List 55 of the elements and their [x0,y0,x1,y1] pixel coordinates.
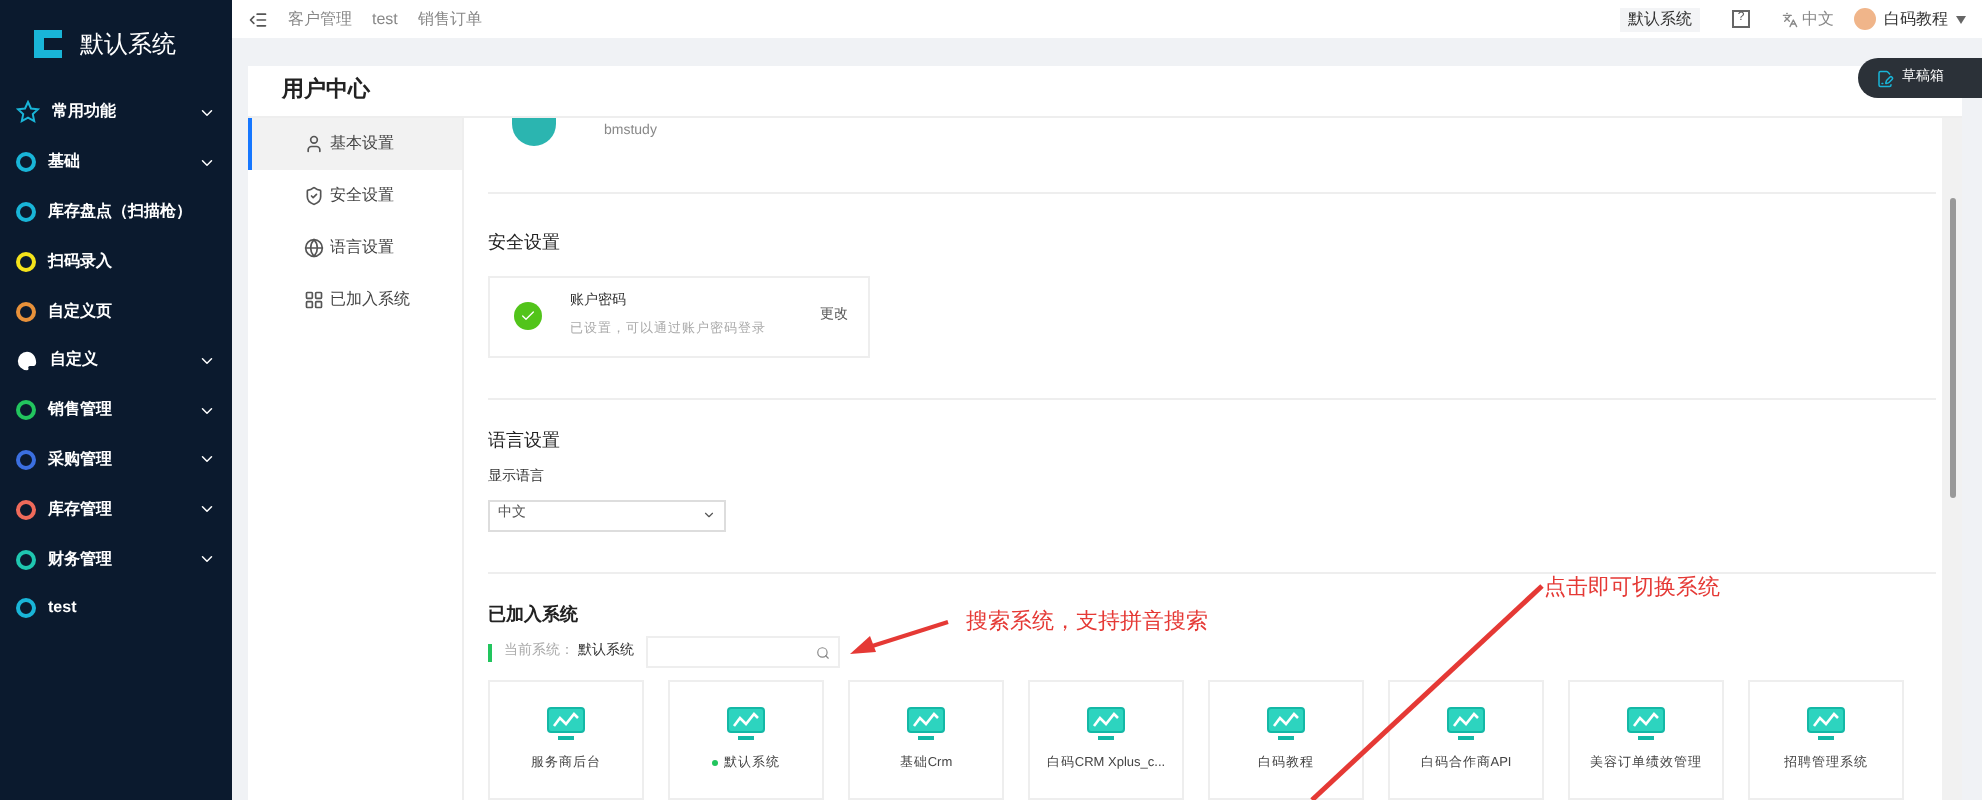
monitor-chart-icon [1806,706,1846,742]
palette-icon [16,349,38,372]
monitor-chart-icon [1626,706,1666,742]
sidebar-item[interactable]: 库存盘点（扫描枪） [0,187,232,237]
search-icon [816,645,830,659]
sidebar-item[interactable]: 基础 [0,137,232,188]
avatar [512,118,556,146]
monitor-chart-icon [546,706,586,742]
menu-tab[interactable]: 基本设置 [248,118,462,170]
sidebar-item[interactable]: 财务管理 [0,534,232,584]
sidebar-item[interactable]: 库存管理 [0,484,232,535]
language-icon [1782,11,1798,27]
star-icon [16,100,40,125]
sidebar-item[interactable]: 自定义页 [0,286,232,336]
user-icon [304,134,324,154]
chevron-icon [702,508,716,522]
breadcrumb-tab[interactable]: 销售订单 [417,7,482,31]
breadcrumb-tab[interactable]: 客户管理 [288,7,352,31]
section-title: 已加入系统 [488,601,578,627]
check-badge-icon [514,302,542,330]
logo-icon [32,28,64,60]
annotation-text: 点击即可切换系统 [1544,573,1720,604]
breadcrumb-tab[interactable]: test [372,7,398,31]
menu-tab[interactable]: 已加入系统 [248,274,462,326]
page-title: 用户中心 [282,75,370,107]
sidebar-item[interactable]: 销售管理 [0,385,232,436]
avatar [1854,8,1876,30]
annotation-arrow [850,620,949,654]
system-name[interactable]: 默认系统 [1620,7,1700,31]
monitor-chart-icon [726,706,766,742]
accent-bar [488,643,492,661]
menu-tab[interactable]: 安全设置 [248,170,462,222]
monitor-chart-icon [1266,706,1306,742]
sidebar-item[interactable]: 常用功能 [0,88,232,138]
shield-icon [304,186,324,206]
caret-icon [1956,15,1966,23]
grid-icon [304,290,324,310]
monitor-chart-icon [1086,706,1126,742]
annotation-text: 搜索系统，支持拼音搜索 [966,607,1208,638]
sidebar-item[interactable]: test [0,583,232,634]
menu-icon[interactable] [248,9,268,29]
sidebar-item[interactable]: 自定义 [0,335,232,386]
globe-icon [304,238,324,258]
monitor-chart-icon [1446,706,1486,742]
section-title: 安全设置 [488,230,560,256]
sidebar-item[interactable]: 采购管理 [0,435,232,485]
monitor-chart-icon [906,706,946,742]
system-search-field[interactable] [646,636,840,668]
logo-text: 默认系统 [80,28,176,62]
section-title: 语言设置 [488,427,560,453]
edit-icon [1876,69,1894,87]
menu-tab[interactable]: 语言设置 [248,222,462,274]
sidebar-item[interactable]: 扫码录入 [0,236,232,287]
user-name[interactable]: 白码教程 [1884,7,1948,31]
language-button[interactable]: 中文 [1782,7,1834,31]
